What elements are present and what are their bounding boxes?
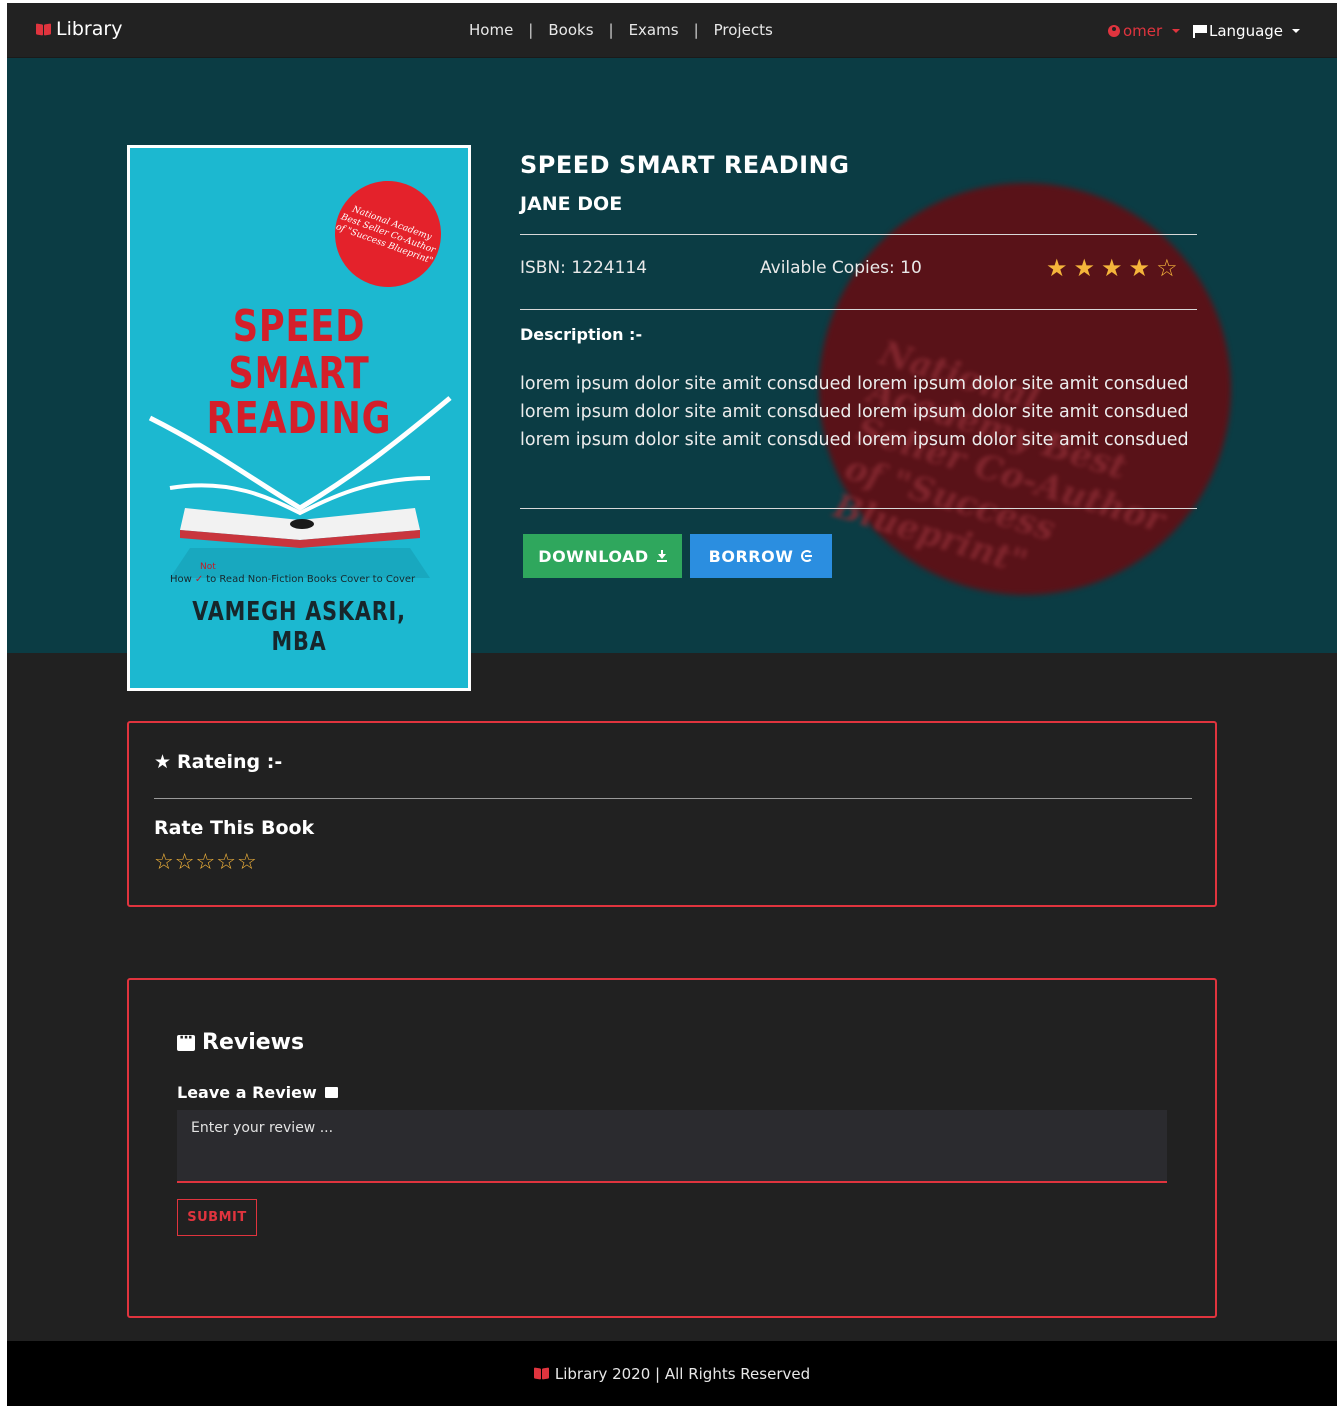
sign-in-icon [801,550,814,562]
divider [520,234,1197,235]
user-name: omer [1123,22,1163,40]
leave-review-text: Leave a Review [177,1083,317,1102]
nav-links: Home | Books | Exams | Projects [469,21,773,39]
leave-review-label: Leave a Review [177,1083,338,1102]
navbar: Library Home | Books | Exams | Projects … [7,3,1337,58]
star-filled-icon: ★ [1128,254,1151,282]
star-filled-icon: ★ [1101,254,1123,282]
cover-tagline-not: Not [200,562,216,572]
cover-tagline-how: How [170,574,192,585]
book-open-icon [36,24,51,35]
borrow-button[interactable]: BORROW [690,534,832,578]
star-outline-icon[interactable]: ☆ [175,851,195,875]
book-cover-image: National Academy Best Seller Co-Author o… [127,145,471,691]
cover-tagline-text: to Read Non-Fiction Books Cover to Cover [206,574,416,585]
nav-exams[interactable]: Exams [629,21,679,39]
download-button[interactable]: DOWNLOAD [523,534,682,578]
book-author: JANE DOE [520,193,623,215]
nav-separator: | [693,21,699,39]
rating-title: ★ Rateing :- [154,751,282,773]
description-label: Description :- [520,325,643,344]
footer-text: Library 2020 | All Rights Reserved [554,1364,811,1383]
check-icon: ✓ [194,574,204,585]
star-outline-icon[interactable]: ☆ [216,851,236,875]
description-text: lorem ipsum dolor site amit consdued lor… [520,374,1189,450]
nav-projects[interactable]: Projects [714,21,773,39]
user-dropdown[interactable]: omer [1108,22,1181,40]
caret-down-icon [1292,29,1301,33]
borrow-label: BORROW [708,546,794,566]
brand-link[interactable]: Library [36,18,122,40]
nav-separator: | [608,21,614,39]
divider [154,798,1192,799]
divider [520,508,1197,509]
nav-books[interactable]: Books [548,21,593,39]
reviews-panel: Reviews Leave a Review SUBMIT [127,978,1217,1318]
book-rating-stars: ★ ★ ★ ★ ☆ [1046,255,1178,281]
star-outline-icon[interactable]: ☆ [237,851,257,875]
download-icon [656,550,667,562]
nav-separator: | [528,21,534,39]
star-outline-icon: ☆ [1156,254,1178,282]
language-label: Language [1209,22,1284,40]
caret-down-icon [1172,29,1181,33]
download-label: DOWNLOAD [538,546,649,566]
comment-icon [177,1030,195,1051]
star-outline-icon[interactable]: ☆ [195,851,215,875]
star-filled-icon: ★ [1046,254,1068,282]
review-textarea[interactable] [177,1110,1167,1183]
star-filled-icon: ★ [1073,254,1096,282]
flag-icon [1193,24,1207,38]
star-outline-icon[interactable]: ☆ [154,851,174,875]
divider [520,309,1197,310]
star-icon: ★ [154,751,172,773]
rating-title-label: Rateing :- [177,751,283,773]
footer: Library 2020 | All Rights Reserved [7,1341,1337,1406]
rating-panel: ★ Rateing :- Rate This Book ☆ ☆ ☆ ☆ ☆ [127,721,1217,907]
submit-button[interactable]: SUBMIT [177,1199,257,1236]
cover-tagline: Not How ✓ to Read Non-Fiction Books Cove… [170,562,416,585]
book-title: SPEED SMART READING [520,151,850,179]
user-circle-icon [1108,25,1120,37]
cover-author: VAMEGH ASKARI, MBA [192,597,406,657]
comment-icon [324,1087,338,1098]
reviews-title: Reviews [177,1030,304,1055]
book-open-icon [534,1368,549,1379]
page: Library Home | Books | Exams | Projects … [7,3,1337,1406]
available-copies: Avilable Copies: 10 [760,258,922,278]
nav-home[interactable]: Home [469,21,513,39]
isbn: ISBN: 1224114 [520,258,648,278]
rate-this-book-label: Rate This Book [154,817,315,839]
brand-label: Library [56,18,123,40]
language-dropdown[interactable]: Language [1193,22,1301,40]
reviews-title-label: Reviews [202,1030,305,1055]
rate-stars-input[interactable]: ☆ ☆ ☆ ☆ ☆ [154,851,257,875]
